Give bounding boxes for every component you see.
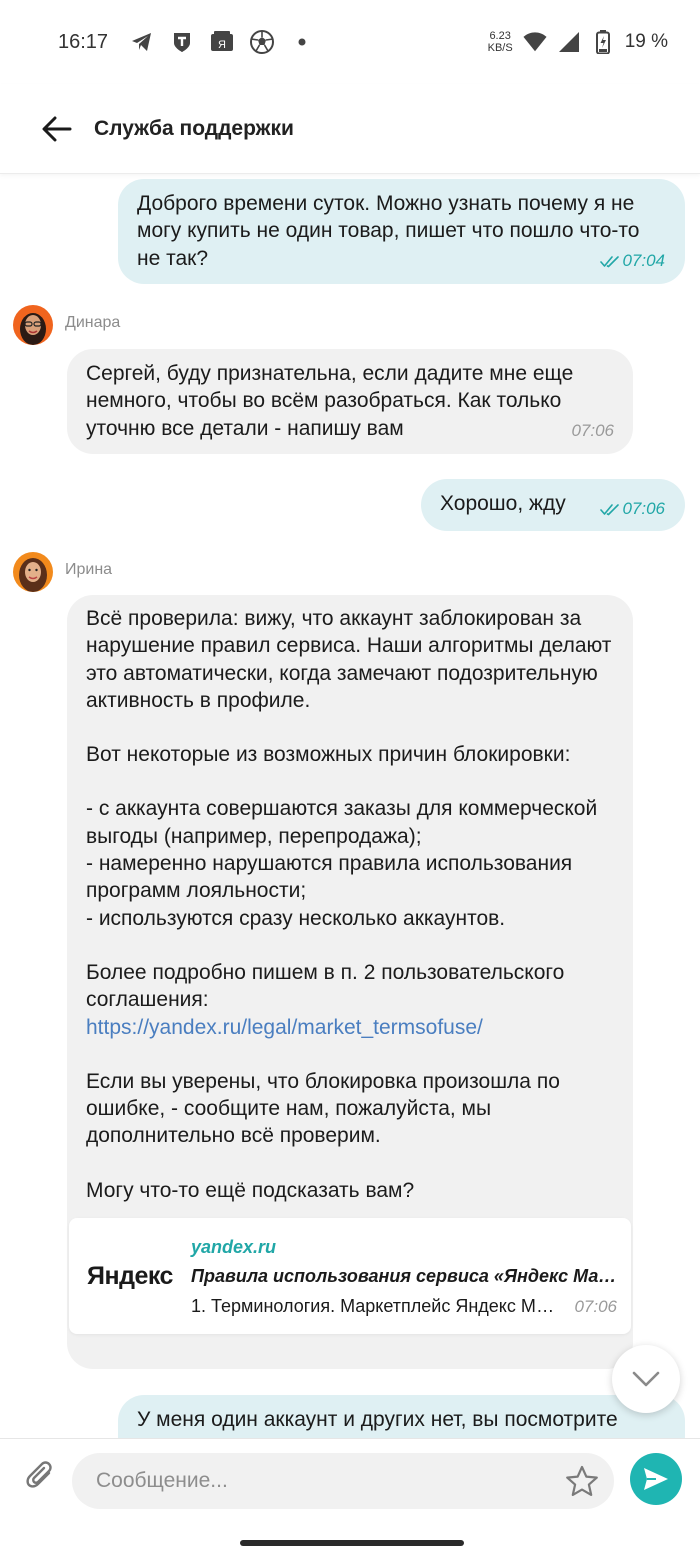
message-time: 07:06 — [571, 421, 614, 440]
send-button[interactable] — [630, 1453, 682, 1505]
message-time-text: 07:04 — [622, 251, 665, 270]
sender-name: Динара — [65, 314, 121, 331]
chat-message-list[interactable]: Доброго времени суток. Можно узнать поче… — [0, 174, 700, 1438]
message-input[interactable] — [72, 1453, 614, 1509]
sender-name: Ирина — [65, 561, 113, 578]
message-text: Сергей, буду признательна, если дадите м… — [86, 362, 580, 440]
message-paragraph: Более подробно пишем в п. 2 пользователь… — [86, 960, 571, 1012]
outgoing-message[interactable]: У меня один аккаунт и других нет, вы пос… — [118, 1395, 685, 1438]
preview-title: Правила использования сервиса «Яндекс Ма… — [191, 1266, 617, 1287]
page-title: Служба поддержки — [94, 116, 294, 140]
telegram-icon — [130, 30, 154, 54]
message-paragraph: Если вы уверены, что блокировка произошл… — [86, 1069, 566, 1148]
favorite-button[interactable] — [564, 1463, 600, 1499]
network-speed-value: 6.23 — [489, 30, 511, 42]
agent-avatar-irina-icon — [13, 552, 53, 592]
incoming-message[interactable]: Всё проверила: вижу, что аккаунт заблоки… — [67, 595, 633, 1369]
message-paragraph: Вот некоторые из возможных причин блокир… — [86, 743, 571, 767]
dot-icon — [290, 30, 314, 54]
preview-description: 1. Терминология. Маркетплейс Яндекс Марк… — [191, 1295, 561, 1316]
message-paragraph: Могу что-то ещё подсказать вам? — [86, 1178, 415, 1202]
outgoing-message[interactable]: Хорошо, жду 07:06 — [421, 479, 685, 531]
message-text: Хорошо, жду — [440, 492, 566, 515]
chat-header: Служба поддержки — [0, 84, 700, 174]
svg-text:Я: Я — [218, 39, 226, 51]
link-preview-card[interactable]: Яндекс yandex.ru Правила использования с… — [69, 1218, 631, 1334]
attach-button[interactable] — [22, 1458, 58, 1494]
double-check-icon — [600, 504, 620, 516]
network-speed: 6.23 KB/S — [488, 30, 513, 54]
incoming-message[interactable]: Сергей, буду признательна, если дадите м… — [67, 349, 633, 454]
signal-icon — [557, 30, 581, 54]
preview-domain: yandex.ru — [191, 1237, 277, 1258]
yandex-app-icon: Я — [210, 30, 234, 54]
message-time: 07:06 — [574, 1296, 617, 1316]
status-time: 16:17 — [58, 30, 109, 53]
message-text: У меня один аккаунт и других нет, вы пос… — [137, 1408, 618, 1431]
message-time-text: 07:06 — [622, 499, 665, 518]
network-speed-unit: KB/S — [487, 42, 513, 54]
message-time: 07:04 — [600, 247, 665, 274]
double-check-icon — [600, 256, 620, 268]
star-icon — [566, 1465, 598, 1496]
send-icon — [644, 1468, 668, 1490]
soccer-ball-icon — [250, 30, 275, 54]
message-paragraph: - с аккаунта совершаются заказы для комм… — [86, 797, 598, 930]
avatar[interactable] — [13, 552, 53, 592]
wifi-icon — [523, 30, 547, 54]
message-composer — [0, 1438, 700, 1524]
chevron-down-icon — [632, 1371, 660, 1387]
message-input-wrapper — [72, 1453, 614, 1509]
yandex-logo: Яндекс — [87, 1262, 173, 1291]
arrow-left-icon — [42, 116, 72, 141]
t-bank-icon — [170, 30, 194, 54]
terms-link[interactable]: https://yandex.ru/legal/market_termsofus… — [86, 1014, 615, 1041]
avatar[interactable] — [13, 305, 53, 345]
agent-avatar-dinara-icon — [13, 305, 53, 345]
status-bar: 16:17 Я 6.23 KB/S 19 % — [0, 0, 700, 84]
scroll-to-bottom-button[interactable] — [612, 1345, 680, 1413]
home-indicator[interactable] — [240, 1540, 464, 1546]
message-paragraph: Всё проверила: вижу, что аккаунт заблоки… — [86, 607, 618, 712]
outgoing-message[interactable]: Доброго времени суток. Можно узнать поче… — [118, 179, 685, 284]
battery-percentage: 19 % — [624, 31, 668, 52]
message-time: 07:06 — [600, 495, 665, 522]
back-button[interactable] — [30, 102, 84, 156]
battery-charging-icon — [591, 30, 615, 54]
paperclip-icon — [26, 1461, 52, 1488]
message-text: Доброго времени суток. Можно узнать поче… — [137, 192, 646, 270]
